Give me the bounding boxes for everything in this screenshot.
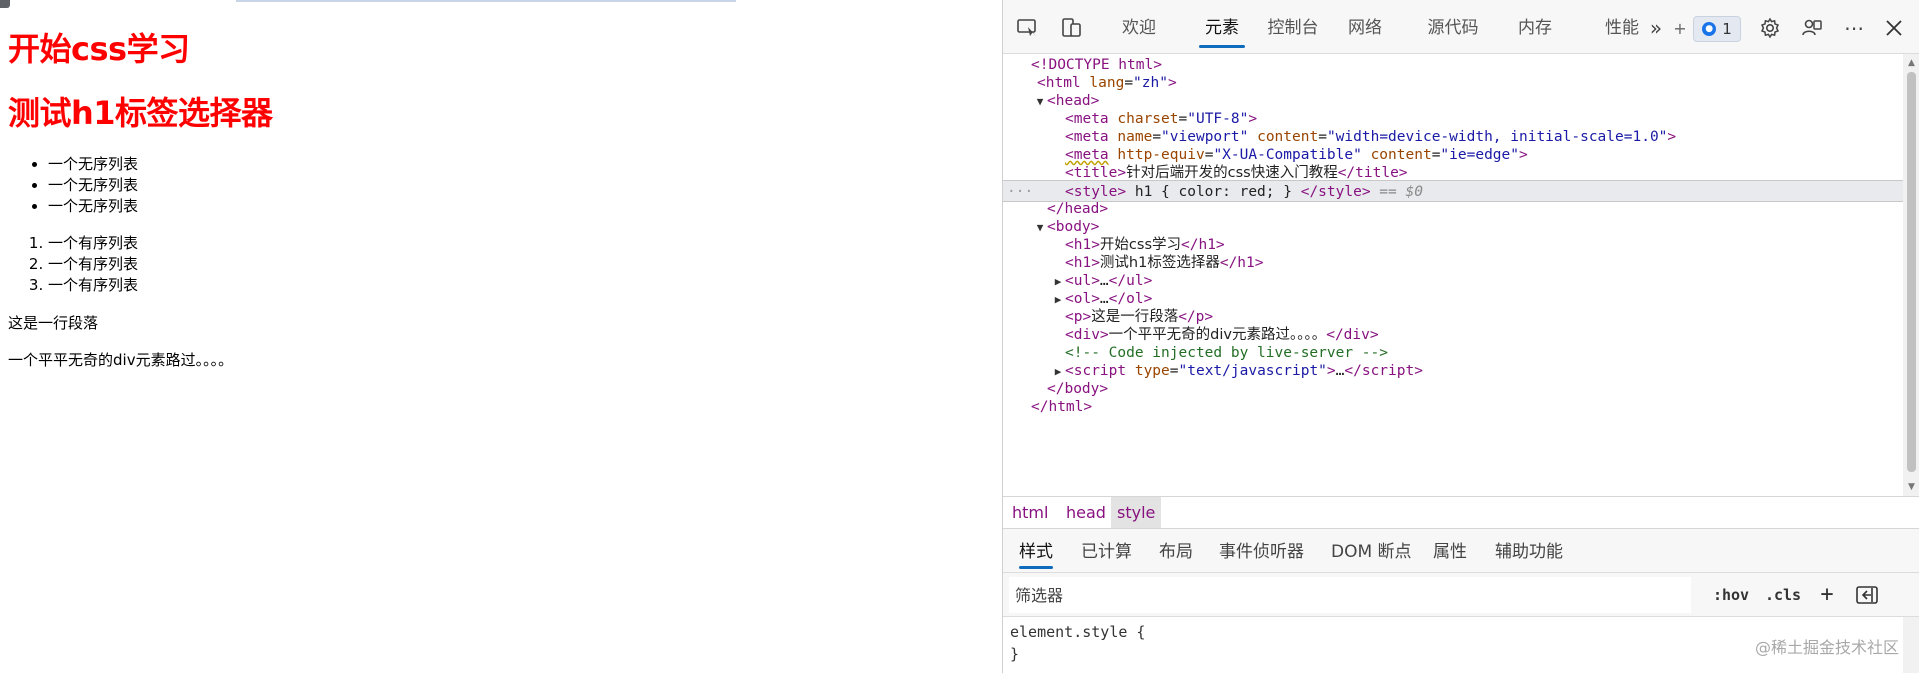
list-item: 一个无序列表 [48,175,138,196]
devtools-panel: 欢迎 元素 控制台 网络 源代码 内存 性能 » + ● 1 ⋯ <!DOCTY… [1002,0,1919,673]
tab-accessibility[interactable]: 辅助功能 [1495,529,1563,573]
node-actions-icon[interactable]: ··· [1007,181,1033,203]
tab-elements[interactable]: 元素 [1191,0,1253,54]
new-style-rule-icon[interactable]: + [1813,581,1841,609]
attr-name: lang [1089,75,1125,91]
heading-start-css: 开始css学习 [8,30,190,68]
attr-value: "zh" [1133,75,1168,91]
h1-text: 开始css学习 [1099,237,1182,253]
issues-icon: ● [1702,22,1717,36]
list-item: 一个无序列表 [48,196,138,217]
page-corner-handle [0,0,10,8]
breadcrumb-html[interactable]: html [1006,497,1054,528]
element-style-selector: element.style { [1010,623,1146,641]
styles-pane-tabs: 样式 已计算 布局 事件侦听器 DOM 断点 属性 辅助功能 [1003,529,1919,573]
tag-head: head [1055,93,1091,109]
attr-name: content [1257,129,1319,145]
tag-html: html [1045,75,1081,91]
tab-sources[interactable]: 源代码 [1403,0,1503,54]
page-preview: 开始css学习 测试h1标签选择器 一个无序列表 一个无序列表 一个无序列表 一… [0,0,1002,673]
collapsed-ellipsis: … [1099,273,1109,289]
hover-state-toggle[interactable]: :hov [1709,581,1753,609]
p-text: 这是一行段落 [1091,309,1179,325]
tab-layout[interactable]: 布局 [1159,529,1193,573]
doctype-text: <!DOCTYPE html> [1031,57,1162,73]
list-item: 一个有序列表 [48,233,138,254]
title-text: 针对后端开发的css快速入门教程 [1126,165,1338,181]
styles-filter-input[interactable] [1009,577,1691,613]
tab-welcome[interactable]: 欢迎 [1103,0,1175,54]
attr-value: "ie=edge" [1440,147,1519,163]
tab-styles[interactable]: 样式 [1019,529,1053,573]
devtools-toolbar: 欢迎 元素 控制台 网络 源代码 内存 性能 » + ● 1 ⋯ [1003,0,1919,54]
close-icon[interactable] [1881,16,1907,40]
attr-value: "viewport" [1161,129,1249,145]
attr-name: name [1117,129,1153,145]
scroll-down-icon[interactable]: ▼ [1906,482,1917,492]
tab-dom-breakpoints[interactable]: DOM 断点 [1331,529,1412,573]
customize-icon[interactable] [1799,16,1825,40]
collapsed-ellipsis: … [1099,291,1109,307]
h1-text: 测试h1标签选择器 [1099,255,1220,271]
tab-memory[interactable]: 内存 [1503,0,1567,54]
attr-value: "width=device-width, initial-scale=1.0" [1326,129,1668,145]
list-item: 一个有序列表 [48,254,138,275]
attr-name: content [1370,147,1432,163]
tab-properties[interactable]: 属性 [1433,529,1467,573]
breadcrumb-style[interactable]: style [1111,497,1162,528]
paragraph: 这是一行段落 [8,314,99,332]
expanded-triangle-icon[interactable]: ▼ [1033,217,1047,239]
settings-icon[interactable] [1757,16,1783,40]
issue-count: 1 [1722,20,1732,38]
attr-value: "text/javascript" [1178,363,1327,379]
dom-node-html-close[interactable]: </html> [1031,396,1903,418]
element-style-close: } [1010,645,1020,663]
class-toggle[interactable]: .cls [1761,581,1805,609]
div-text: 一个平平无奇的div元素路过。。。。 [1108,327,1327,343]
scroll-thumb[interactable] [1907,72,1916,472]
dom-scrollbar[interactable]: ▲ ▼ [1903,54,1919,496]
watermark: @稀土掘金技术社区 [1754,638,1899,657]
scroll-up-icon[interactable]: ▲ [1906,58,1917,68]
tab-event-listeners[interactable]: 事件侦听器 [1219,529,1304,573]
styles-scrollbar[interactable] [1903,617,1919,673]
toggle-sidebar-icon[interactable] [1853,581,1881,609]
page-top-border [236,0,736,2]
expanded-triangle-icon[interactable]: ▼ [1033,91,1047,113]
comment-text: <!-- Code injected by live-server --> [1065,345,1389,361]
tag-body: body [1055,219,1091,235]
attr-name: charset [1117,111,1179,127]
attr-name: http-equiv [1117,147,1205,163]
tab-network[interactable]: 网络 [1333,0,1397,54]
tab-console[interactable]: 控制台 [1253,0,1333,54]
attr-value: "X-UA-Compatible" [1213,147,1362,163]
ordered-list: 一个有序列表 一个有序列表 一个有序列表 [48,233,138,296]
div-text: 一个平平无奇的div元素路过。。。。 [8,351,234,369]
list-item: 一个无序列表 [48,154,138,175]
device-emulation-icon[interactable] [1059,16,1085,40]
list-item: 一个有序列表 [48,275,138,296]
issues-button[interactable]: ● 1 [1693,16,1741,42]
tab-computed[interactable]: 已计算 [1081,529,1132,573]
heading-test-selector: 测试h1标签选择器 [8,94,273,132]
collapsed-triangle-icon[interactable]: ▶ [1051,289,1065,311]
breadcrumb-head[interactable]: head [1060,497,1112,528]
attr-name: type [1134,363,1170,379]
unordered-list: 一个无序列表 一个无序列表 一个无序列表 [48,154,138,217]
more-tabs-icon[interactable]: » [1643,16,1669,40]
more-options-icon[interactable]: ⋯ [1841,16,1867,40]
inspect-icon[interactable] [1015,16,1041,40]
breadcrumb: html head style [1003,496,1919,529]
add-tab-icon[interactable]: + [1673,16,1687,40]
styles-filter-bar: :hov .cls + [1003,573,1919,617]
dom-tree: <!DOCTYPE html> <html lang="zh"> ▼ <head>… [1003,54,1903,496]
attr-value: "UTF-8" [1187,111,1249,127]
